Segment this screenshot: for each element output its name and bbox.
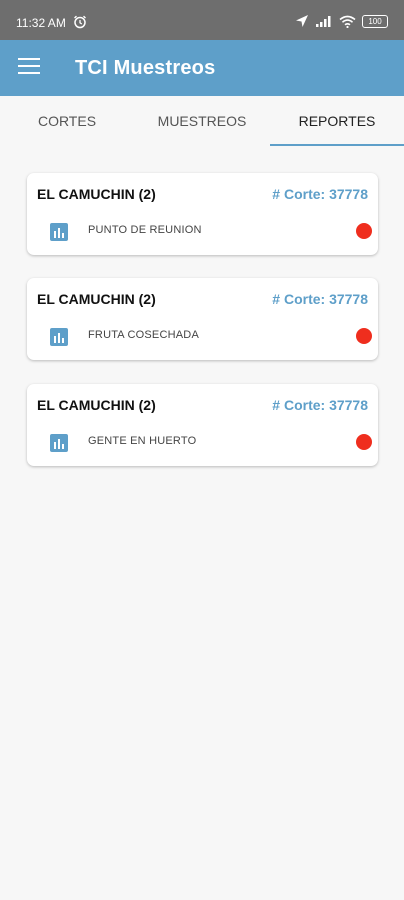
report-corte: # Corte: 37778 [272,291,368,307]
alarm-icon [74,15,86,29]
status-bar: 11:32 AM 100 [0,0,404,40]
report-title: EL CAMUCHIN (2) [37,291,156,307]
tab-label: CORTES [37,113,97,129]
app-title: TCI Muestreos [75,57,216,79]
active-tab-indicator [270,144,404,146]
status-dot [356,328,372,344]
bar-chart-icon [50,328,68,346]
report-label: PUNTO DE REUNION [88,224,202,236]
menu-icon[interactable] [18,58,40,78]
tab-muestreos[interactable]: MUESTREOS [135,96,269,146]
report-label: GENTE EN HUERTO [88,435,197,447]
tab-label: MUESTREOS [157,113,247,129]
app-bar: TCI Muestreos [0,40,404,96]
status-icons: 100 [295,13,388,29]
location-icon [296,15,308,27]
report-card[interactable]: EL CAMUCHIN (2) # Corte: 37778 GENTE EN … [27,384,378,466]
tab-label: REPORTES [298,113,376,129]
wifi-icon [339,15,356,28]
status-time: 11:32 AM [16,16,66,30]
tab-cortes[interactable]: CORTES [0,96,134,146]
bar-chart-icon [50,223,68,241]
battery-level: 100 [368,16,382,26]
report-card[interactable]: EL CAMUCHIN (2) # Corte: 37778 PUNTO DE … [27,173,378,255]
report-corte: # Corte: 37778 [272,397,368,413]
report-label: FRUTA COSECHADA [88,329,199,341]
tab-bar: CORTES MUESTREOS REPORTES [0,96,404,146]
bar-chart-icon [50,434,68,452]
report-corte: # Corte: 37778 [272,186,368,202]
status-dot [356,434,372,450]
report-title: EL CAMUCHIN (2) [37,397,156,413]
status-dot [356,223,372,239]
tab-reportes[interactable]: REPORTES [270,96,404,146]
signal-icon [316,15,331,27]
battery-icon: 100 [362,14,388,28]
report-title: EL CAMUCHIN (2) [37,186,156,202]
report-card[interactable]: EL CAMUCHIN (2) # Corte: 37778 FRUTA COS… [27,278,378,360]
